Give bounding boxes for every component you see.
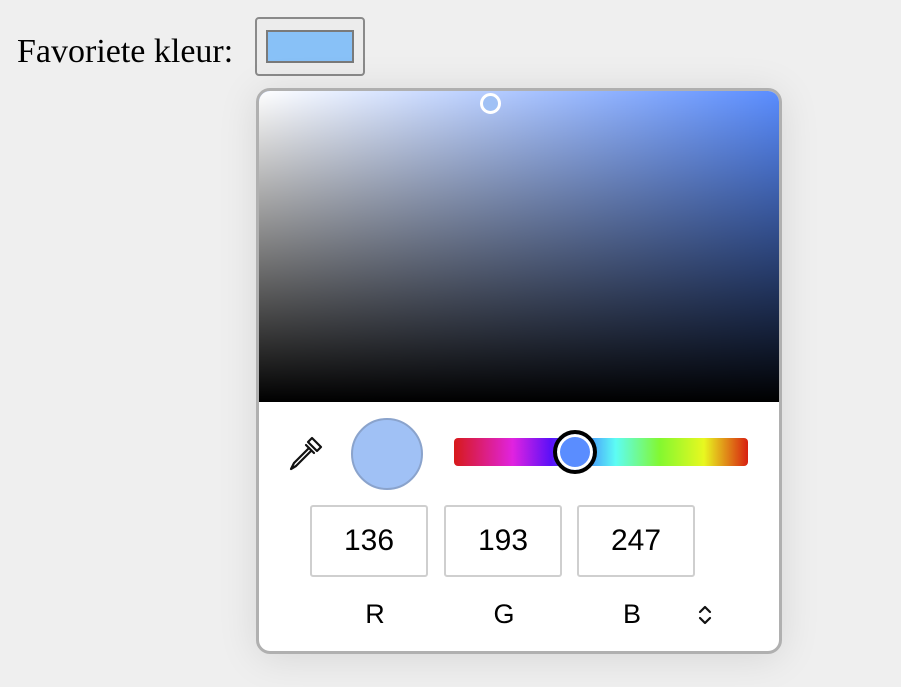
red-value-field[interactable] xyxy=(310,505,428,577)
chevron-up-down-icon[interactable] xyxy=(691,601,719,629)
selected-color-preview xyxy=(351,418,423,490)
red-label: R xyxy=(365,599,385,629)
eyedropper-icon[interactable] xyxy=(285,434,325,474)
saturation-brightness-area[interactable] xyxy=(259,91,779,402)
color-picker-popup: R G B xyxy=(256,88,782,654)
current-color-swatch xyxy=(266,30,354,63)
saturation-brightness-handle[interactable] xyxy=(480,93,501,114)
blue-label: B xyxy=(622,599,641,629)
green-label: G xyxy=(493,599,515,629)
blue-value-field[interactable] xyxy=(577,505,695,577)
field-label: Favoriete kleur: xyxy=(17,33,234,70)
green-value-field[interactable] xyxy=(444,505,562,577)
hue-slider[interactable] xyxy=(454,438,748,466)
color-input-button[interactable] xyxy=(255,17,365,76)
hue-slider-handle[interactable] xyxy=(553,430,597,474)
